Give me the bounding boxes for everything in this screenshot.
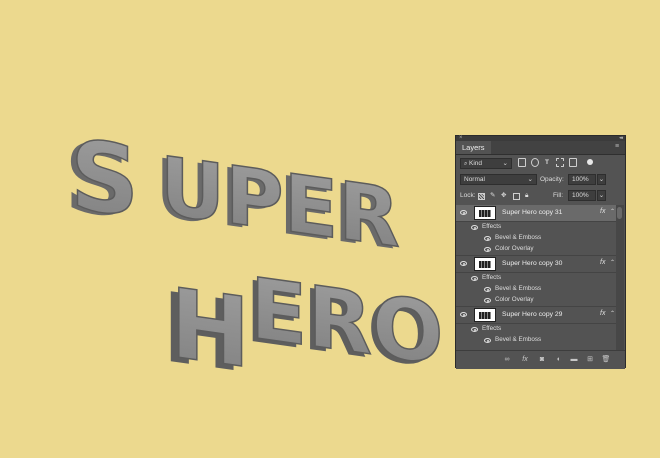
layers-list: Super Hero copy 31 fx ⌃ Effects Bevel & … [456,205,617,350]
layer-thumbnail [474,206,496,220]
pixel-filter-icon[interactable] [518,158,526,167]
effect-row[interactable]: Bevel & Emboss [456,335,617,346]
layer-name: Super Hero copy 31 [502,209,563,216]
visibility-eye-icon[interactable] [484,338,491,343]
panel-tab-bar: Layers ≡ [456,141,625,155]
effect-row[interactable]: Bevel & Emboss [456,233,617,244]
blend-mode-select[interactable]: Normal ⌄ [460,174,537,185]
effects-row[interactable]: Effects [456,273,617,284]
type-filter-icon[interactable]: T [545,158,549,168]
layer-row[interactable]: Super Hero copy 30 fx ⌃ [456,256,617,273]
chevron-down-icon: ⌄ [502,160,508,167]
effect-label: Bevel & Emboss [495,285,542,292]
filter-toggle-icon[interactable] [587,159,593,165]
effect-label: Bevel & Emboss [495,234,542,241]
chevron-down-icon: ⌄ [527,176,533,183]
shape-filter-icon[interactable] [556,158,564,167]
layer-name: Super Hero copy 29 [502,311,563,318]
lock-artboard-icon[interactable] [513,193,520,200]
effects-row[interactable]: Effects [456,324,617,335]
lock-pixels-icon[interactable]: ✎ [490,191,495,201]
chevron-up-icon[interactable]: ⌃ [610,310,615,317]
effects-label: Effects [482,325,502,332]
scrollbar-thumb[interactable] [617,207,622,219]
fx-icon[interactable]: fx [600,259,605,266]
effect-row[interactable]: Color Overlay [456,244,617,256]
chevron-up-icon[interactable]: ⌃ [610,259,615,266]
visibility-eye-icon[interactable] [471,276,478,281]
smart-object-filter-icon[interactable] [569,158,577,167]
layer-name: Super Hero copy 30 [502,260,563,267]
panel-menu-icon[interactable]: ≡ [615,143,621,150]
visibility-eye-icon[interactable] [471,327,478,332]
svg-text:ERO: ERO [250,259,443,384]
visibility-eye-icon[interactable] [460,210,467,215]
effects-row[interactable]: Effects [456,222,617,233]
lock-transparent-icon[interactable] [478,193,485,200]
add-mask-icon[interactable]: ◙ [537,355,547,364]
svg-text:H: H [170,266,250,390]
opacity-dropdown-button[interactable]: ⌄ [597,174,606,185]
lock-label: Lock: [460,192,476,199]
add-layer-style-icon[interactable]: fx [520,355,530,364]
svg-text:UPER: UPER [160,138,400,265]
effect-row[interactable]: Bevel & Emboss [456,284,617,295]
lock-all-icon[interactable]: 🔒︎ [525,191,528,201]
effects-label: Effects [482,274,502,281]
adjustment-filter-icon[interactable] [531,158,539,167]
fill-input[interactable]: 100% [568,190,596,201]
tab-layers[interactable]: Layers [456,141,491,154]
fx-icon[interactable]: fx [600,208,605,215]
effect-label: Color Overlay [495,245,534,252]
effects-label: Effects [482,223,502,230]
filter-kind-select[interactable]: ⌕ Kind ⌄ [460,158,512,169]
chevron-up-icon[interactable]: ⌃ [610,208,615,215]
effect-label: Color Overlay [495,296,534,303]
filter-row: ⌕ Kind ⌄ T [456,156,625,171]
adjustment-layer-icon[interactable]: ◐ [554,355,564,364]
fx-icon[interactable]: fx [600,310,605,317]
visibility-eye-icon[interactable] [460,261,467,266]
layers-panel: × ◂◂ Layers ≡ ⌕ Kind ⌄ T Normal ⌄ Opacit… [455,135,626,369]
effect-label: Bevel & Emboss [495,336,542,343]
blend-mode-value: Normal [464,176,485,183]
opacity-input[interactable]: 100% [568,174,596,185]
layer-thumbnail [474,308,496,322]
layer-row[interactable]: Super Hero copy 31 fx ⌃ [456,205,617,222]
visibility-eye-icon[interactable] [484,247,491,252]
opacity-value: 100% [572,176,589,183]
link-layers-icon[interactable]: ∞ [502,355,512,364]
fill-label: Fill: [553,192,564,199]
panel-bottom-toolbar: ∞ fx ◙ ◐ ▬ ⊞ 🗑︎ [456,350,625,369]
new-layer-icon[interactable]: ⊞ [585,355,595,364]
layers-scrollbar[interactable] [616,205,624,350]
blend-row: Normal ⌄ Opacity: 100% ⌄ [456,172,625,187]
fill-dropdown-button[interactable]: ⌄ [597,190,606,201]
svg-text:S: S [70,119,139,238]
fill-value: 100% [572,192,589,199]
layer-thumbnail [474,257,496,271]
delete-layer-trash-icon[interactable]: 🗑︎ [601,355,611,364]
layer-row[interactable]: Super Hero copy 29 fx ⌃ [456,307,617,324]
effect-row[interactable]: Color Overlay [456,295,617,307]
visibility-eye-icon[interactable] [471,225,478,230]
visibility-eye-icon[interactable] [484,287,491,292]
filter-kind-label: Kind [469,160,483,167]
new-group-folder-icon[interactable]: ▬ [569,355,579,364]
lock-row: Lock: ✎ ✥ 🔒︎ Fill: 100% ⌄ [456,190,625,203]
visibility-eye-icon[interactable] [484,236,491,241]
lock-position-icon[interactable]: ✥ [501,191,506,201]
visibility-eye-icon[interactable] [484,298,491,303]
visibility-eye-icon[interactable] [460,312,467,317]
opacity-label: Opacity: [540,176,564,183]
